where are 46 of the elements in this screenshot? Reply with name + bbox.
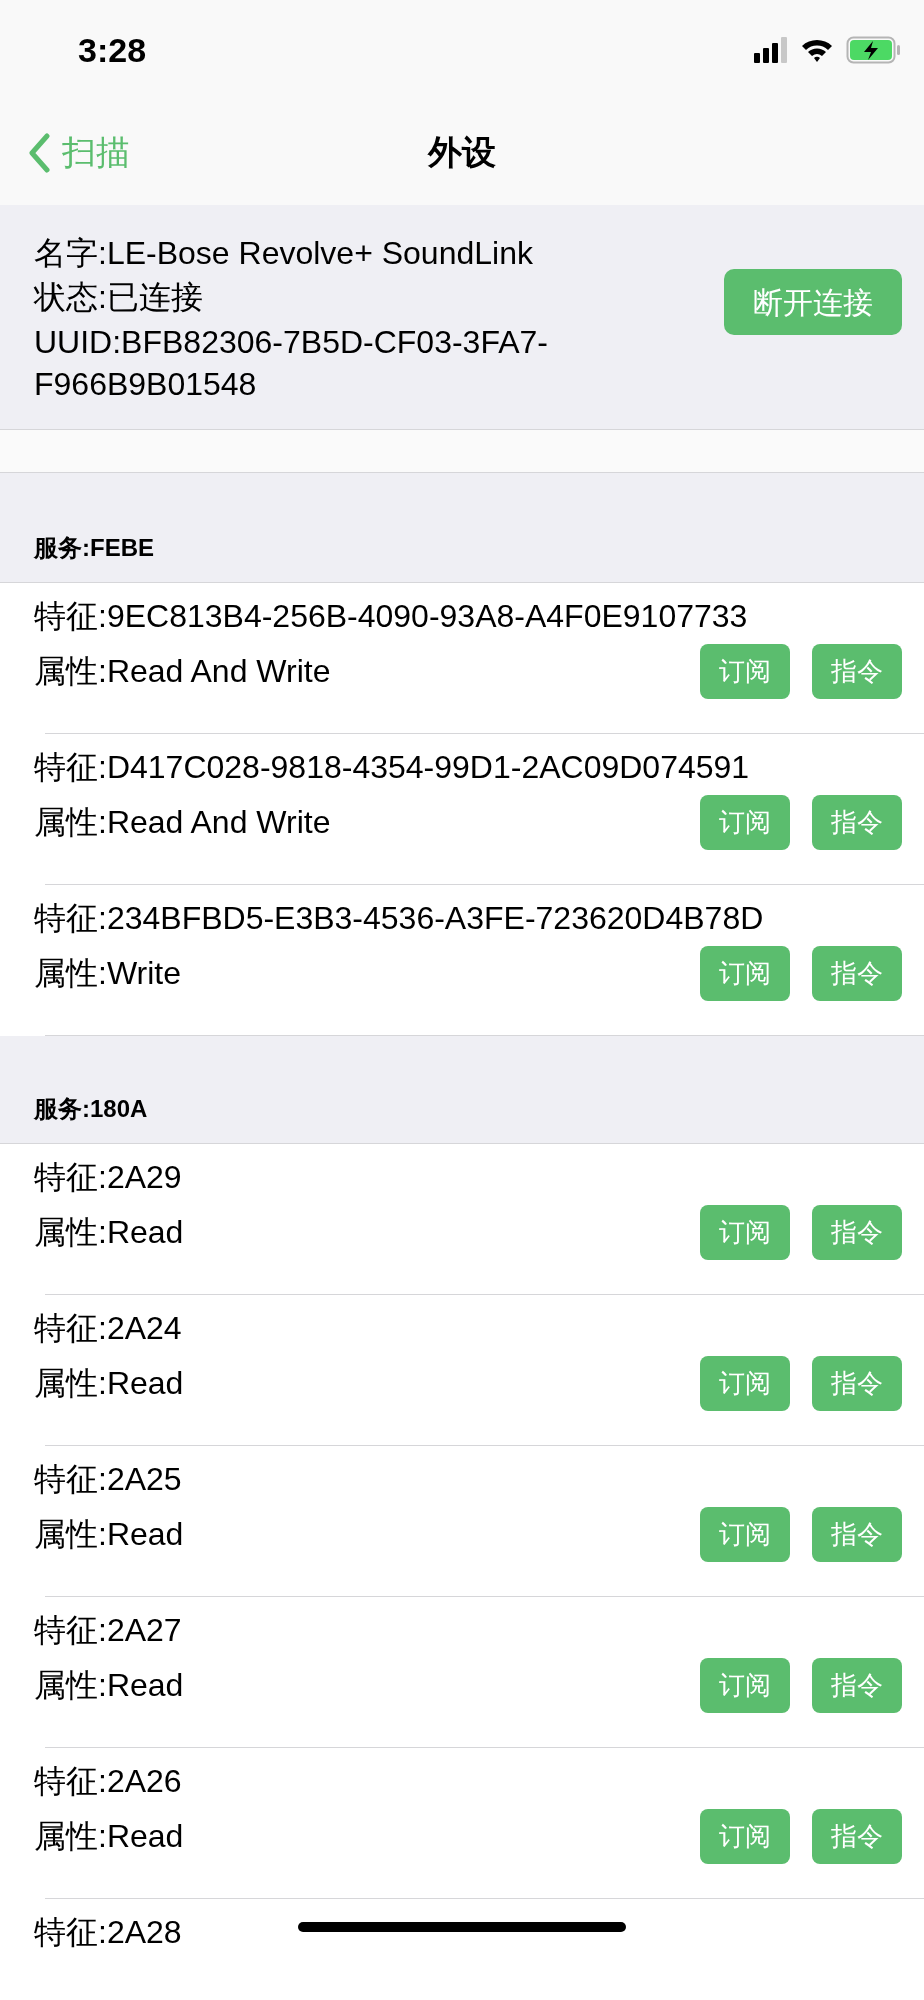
action-button[interactable]: 指令 <box>812 643 902 699</box>
property-label: 属性:Read <box>34 1213 184 1252</box>
characteristic-uuid: 特征:2A29 <box>34 1158 182 1197</box>
property-label: 属性:Read <box>34 1364 184 1403</box>
device-uuid: UUID:BFB82306-7B5D-CF03-3FA7-F966B9B01548 <box>34 323 549 404</box>
property-label: 属性:Read And Write <box>34 803 331 842</box>
back-button[interactable]: 扫描 <box>28 100 130 205</box>
action-button[interactable]: 订阅 <box>700 643 790 699</box>
service-title: 服务:180A <box>34 1094 148 1124</box>
status-time: 3:28 <box>78 29 147 71</box>
action-button[interactable]: 订阅 <box>700 794 790 850</box>
characteristic-uuid: 特征:2A28 <box>34 1913 182 1952</box>
chevron-left-icon <box>28 132 50 173</box>
service-title: 服务:FEBE <box>34 533 154 563</box>
property-label: 属性:Read <box>34 1666 184 1705</box>
action-button[interactable]: 订阅 <box>700 1808 790 1864</box>
disconnect-button[interactable]: 断开连接 <box>724 269 902 335</box>
characteristic-uuid: 特征:2A27 <box>34 1611 182 1650</box>
action-button[interactable]: 指令 <box>812 1657 902 1713</box>
device-name: 名字:LE-Bose Revolve+ SoundLink <box>34 234 534 273</box>
action-button[interactable]: 指令 <box>812 1355 902 1411</box>
wifi-icon <box>800 37 834 63</box>
characteristic-uuid: 特征:9EC813B4-256B-4090-93A8-A4F0E9107733 <box>34 597 748 636</box>
action-button[interactable]: 指令 <box>812 1204 902 1260</box>
property-label: 属性:Write <box>34 954 181 993</box>
action-button[interactable]: 订阅 <box>700 1355 790 1411</box>
action-button[interactable]: 订阅 <box>700 1657 790 1713</box>
characteristic-uuid: 特征:2A24 <box>34 1309 182 1348</box>
signal-icon <box>754 36 788 64</box>
page-title: 外设 <box>428 132 496 173</box>
battery-charging-icon <box>846 36 902 64</box>
action-button[interactable]: 订阅 <box>700 1506 790 1562</box>
property-label: 属性:Read <box>34 1817 184 1856</box>
characteristic-uuid: 特征:2A26 <box>34 1762 182 1801</box>
action-button[interactable]: 指令 <box>812 1808 902 1864</box>
device-state: 状态:已连接 <box>34 278 204 317</box>
characteristic-uuid: 特征:D417C028-9818-4354-99D1-2AC09D074591 <box>34 748 750 787</box>
action-button[interactable]: 订阅 <box>700 945 790 1001</box>
property-label: 属性:Read And Write <box>34 652 331 691</box>
action-button[interactable]: 指令 <box>812 794 902 850</box>
action-button[interactable]: 指令 <box>812 1506 902 1562</box>
property-label: 属性:Read <box>34 1515 184 1554</box>
action-button[interactable]: 订阅 <box>700 1204 790 1260</box>
characteristic-uuid: 特征:2A25 <box>34 1460 182 1499</box>
action-button[interactable]: 指令 <box>812 945 902 1001</box>
characteristic-uuid: 特征:234BFBD5-E3B3-4536-A3FE-723620D4B78D <box>34 899 764 938</box>
